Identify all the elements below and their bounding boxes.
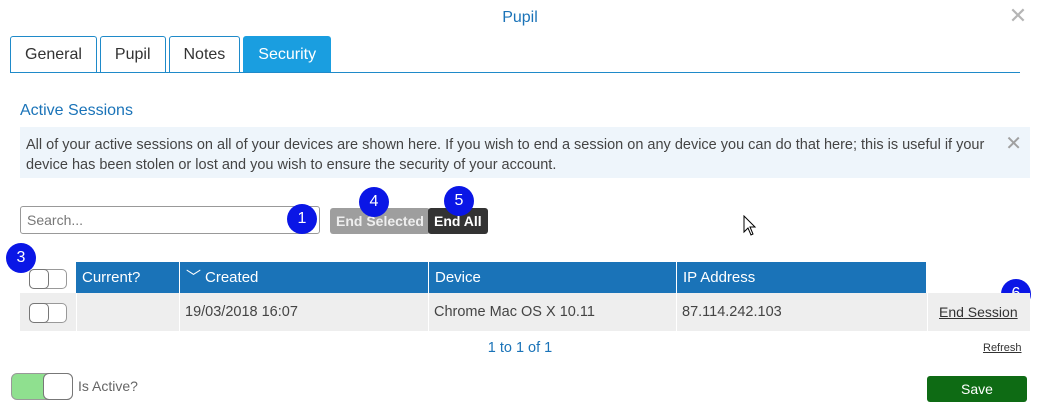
is-active-label: Is Active?	[78, 378, 138, 394]
toggle-knob	[43, 373, 73, 400]
column-header-device[interactable]: Device	[429, 262, 677, 293]
info-box: All of your active sessions on all of yo…	[20, 127, 1030, 178]
cell-device: Chrome Mac OS X 10.11	[434, 304, 595, 320]
search-input[interactable]	[20, 206, 320, 234]
refresh-link[interactable]: Refresh	[983, 342, 1022, 354]
row-select-toggle[interactable]	[29, 303, 67, 323]
callout-badge-4: 4	[359, 187, 389, 217]
column-header-ip[interactable]: IP Address	[677, 262, 927, 293]
mouse-cursor-icon	[743, 215, 757, 236]
callout-badge-5: 5	[444, 186, 474, 216]
info-close-icon[interactable]: ✕	[1005, 134, 1022, 154]
end-session-link[interactable]: End Session	[939, 304, 1018, 320]
toggle-knob	[29, 303, 49, 323]
cell-created: 19/03/2018 16:07	[185, 304, 298, 320]
tab-bar: General Pupil Notes Security	[10, 36, 332, 73]
cell-ip: 87.114.242.103	[682, 304, 782, 320]
section-title: Active Sessions	[20, 102, 133, 119]
column-header-created[interactable]: ﹀ Created	[180, 262, 429, 293]
sort-chevron-icon: ﹀	[186, 269, 202, 286]
is-active-toggle[interactable]	[11, 373, 73, 400]
pagination-info: 1 to 1 of 1	[487, 340, 553, 356]
tab-security[interactable]: Security	[243, 36, 332, 73]
dialog-title: Pupil	[502, 9, 538, 26]
close-icon[interactable]: ✕	[1008, 5, 1028, 27]
select-all-toggle[interactable]	[29, 269, 67, 289]
callout-badge-1: 1	[287, 204, 317, 234]
tab-notes[interactable]: Notes	[168, 36, 241, 73]
tab-general[interactable]: General	[10, 36, 97, 73]
tab-pupil[interactable]: Pupil	[99, 36, 166, 73]
column-header-current[interactable]: Current?	[76, 262, 180, 293]
table-header: Current? ﹀ Created Device IP Address	[76, 262, 927, 293]
info-text: All of your active sessions on all of yo…	[26, 137, 985, 173]
toggle-knob	[29, 269, 49, 289]
row-separator	[927, 293, 928, 331]
column-header-created-label: Created	[205, 269, 259, 286]
cell-current	[76, 293, 82, 331]
save-button[interactable]: Save	[927, 376, 1027, 402]
tab-underline	[10, 72, 1020, 73]
